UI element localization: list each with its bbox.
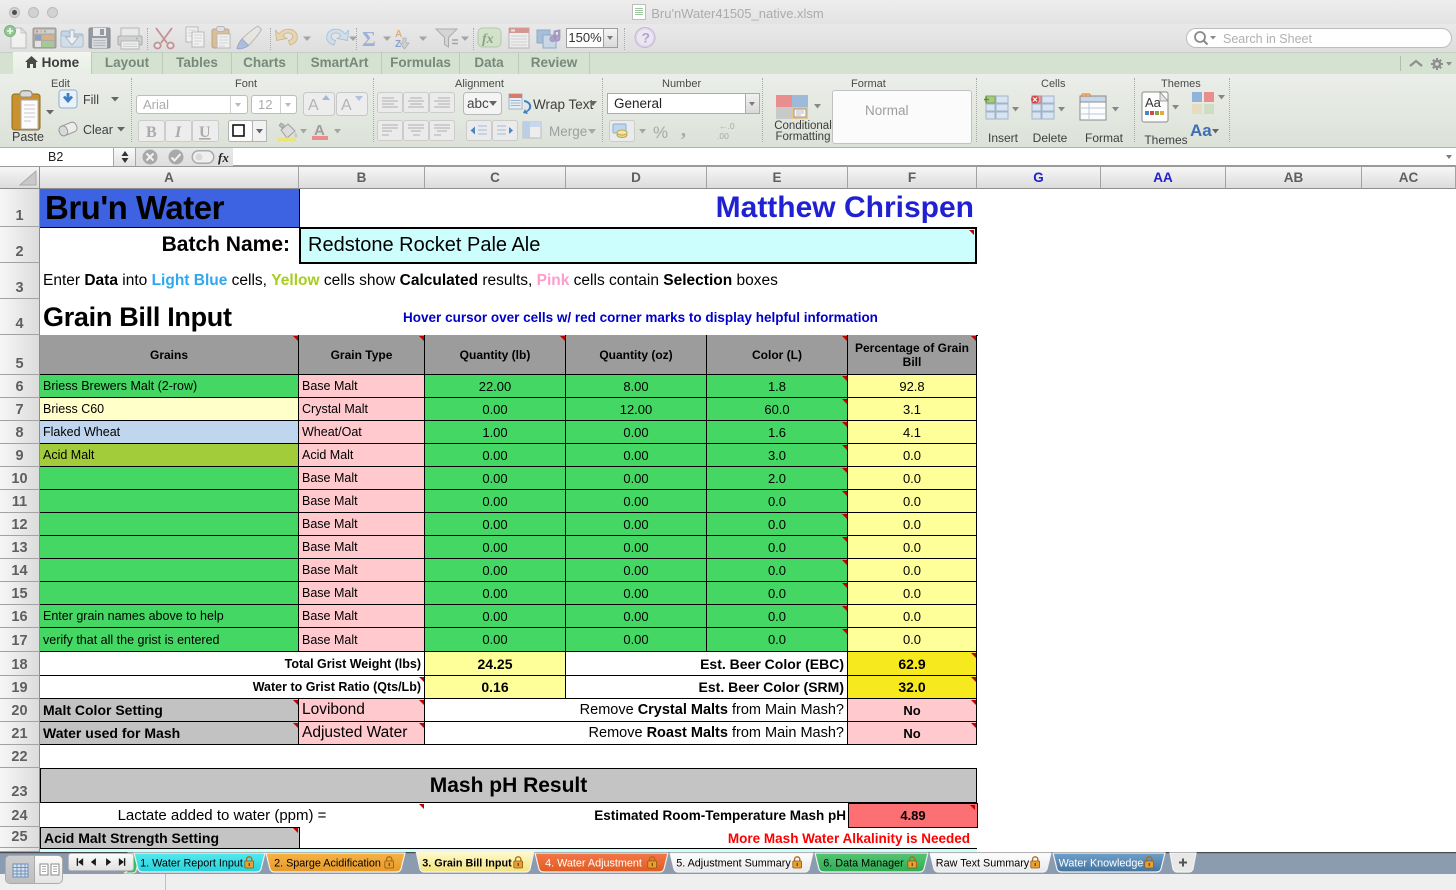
svg-text:Water Knowledge: Water Knowledge	[1059, 858, 1144, 870]
svg-text:6. Data Manager: 6. Data Manager	[823, 858, 904, 870]
svg-text:Raw Text Summary: Raw Text Summary	[936, 858, 1030, 870]
svg-text:A: A	[308, 97, 319, 114]
svg-text:Wrap Text: Wrap Text	[533, 97, 594, 112]
svg-text:Σ: Σ	[362, 27, 376, 51]
svg-text:B: B	[146, 124, 157, 141]
svg-text:A: A	[341, 97, 352, 114]
svg-text:abc: abc	[467, 96, 489, 111]
svg-text:fx: fx	[482, 32, 494, 47]
svg-text:5. Adjustment Summary: 5. Adjustment Summary	[676, 858, 791, 870]
svg-text:Aa: Aa	[1190, 121, 1212, 140]
svg-text:←.0: ←.0	[719, 121, 735, 131]
svg-text:Fill: Fill	[83, 93, 99, 107]
svg-text:Paste: Paste	[12, 130, 44, 144]
svg-text:I: I	[174, 124, 182, 141]
svg-text:fx: fx	[218, 150, 229, 165]
svg-text:%: %	[653, 123, 668, 142]
svg-text:U: U	[199, 124, 211, 141]
svg-text:3. Grain Bill Input: 3. Grain Bill Input	[422, 858, 512, 870]
svg-text:,: ,	[681, 120, 686, 141]
svg-text:1. Water Report Input: 1. Water Report Input	[140, 858, 243, 870]
svg-text:Merge: Merge	[549, 124, 587, 139]
svg-text:?: ?	[642, 30, 651, 46]
svg-text:Aa: Aa	[1145, 95, 1162, 110]
svg-text:4. Water Adjustment: 4. Water Adjustment	[545, 858, 642, 870]
svg-text:Clear: Clear	[83, 123, 113, 137]
svg-text:.00: .00	[717, 131, 729, 141]
svg-text:2. Sparge Acidification: 2. Sparge Acidification	[274, 858, 381, 870]
svg-text:Z: Z	[395, 39, 401, 50]
